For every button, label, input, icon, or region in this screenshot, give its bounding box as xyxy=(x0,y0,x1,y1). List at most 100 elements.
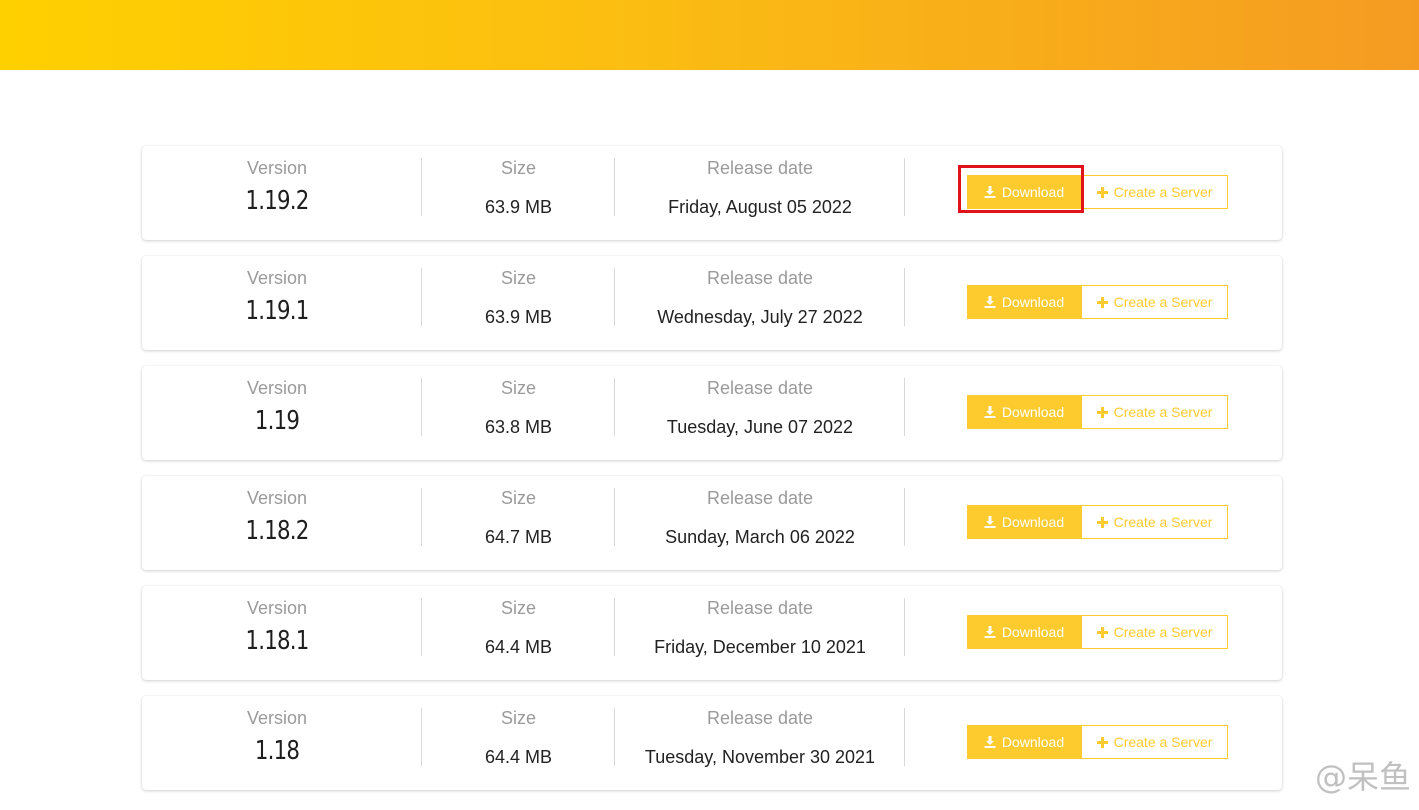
create-server-button[interactable]: Create a Server xyxy=(1081,505,1228,539)
release-date-label: Release date xyxy=(706,158,814,178)
release-date-label: Release date xyxy=(706,378,814,398)
plus-icon xyxy=(1096,296,1108,308)
release-date-cell: Release date Tuesday, June 07 2022 xyxy=(615,366,905,460)
create-server-button-label: Create a Server xyxy=(1113,514,1213,530)
row-actions: Download Create a Server xyxy=(967,505,1228,539)
download-icon xyxy=(984,406,996,418)
divider xyxy=(904,268,905,326)
size-cell: Size 64.4 MB xyxy=(422,586,615,680)
size-label: Size xyxy=(500,378,536,398)
size-label: Size xyxy=(500,268,536,288)
size-value: 63.9 MB xyxy=(484,197,553,217)
release-date-cell: Release date Tuesday, November 30 2021 xyxy=(615,696,905,790)
download-button[interactable]: Download xyxy=(967,615,1081,649)
create-server-button-label: Create a Server xyxy=(1113,404,1213,420)
download-button[interactable]: Download xyxy=(967,175,1081,209)
download-button-label: Download xyxy=(1001,514,1065,530)
size-cell: Size 63.9 MB xyxy=(422,146,615,240)
plus-icon xyxy=(1096,516,1108,528)
release-date-cell: Release date Friday, December 10 2021 xyxy=(615,586,905,680)
release-date-cell: Release date Friday, August 05 2022 xyxy=(615,146,905,240)
version-cell: Version 1.19 xyxy=(142,366,412,460)
version-cell: Version 1.18 xyxy=(142,696,412,790)
version-label: Version xyxy=(246,708,308,728)
version-cell: Version 1.19.2 xyxy=(142,146,412,240)
release-date-value: Wednesday, July 27 2022 xyxy=(657,307,863,327)
version-value: 1.18 xyxy=(254,736,300,766)
download-button[interactable]: Download xyxy=(967,505,1081,539)
download-button-label: Download xyxy=(1001,624,1065,640)
divider xyxy=(904,378,905,436)
download-button[interactable]: Download xyxy=(967,725,1081,759)
row-actions: Download Create a Server xyxy=(967,615,1228,649)
version-value: 1.19.2 xyxy=(245,186,310,216)
row-actions: Download Create a Server xyxy=(967,285,1228,319)
row-actions: Download Create a Server xyxy=(967,395,1228,429)
divider xyxy=(904,488,905,546)
size-label: Size xyxy=(500,598,536,618)
create-server-button[interactable]: Create a Server xyxy=(1081,285,1228,319)
download-button-label: Download xyxy=(1001,734,1065,750)
version-label: Version xyxy=(246,488,308,508)
download-button-label: Download xyxy=(1001,184,1065,200)
size-cell: Size 64.4 MB xyxy=(422,696,615,790)
size-cell: Size 63.8 MB xyxy=(422,366,615,460)
size-value: 63.9 MB xyxy=(484,307,553,327)
size-value: 64.4 MB xyxy=(484,747,553,767)
version-label: Version xyxy=(246,268,308,288)
version-label: Version xyxy=(246,378,308,398)
release-date-value: Tuesday, November 30 2021 xyxy=(644,747,876,767)
version-value: 1.19.1 xyxy=(245,296,310,326)
version-value: 1.19 xyxy=(254,406,300,436)
row-actions: Download Create a Server xyxy=(967,175,1228,209)
version-row: Version 1.18.1 Size 64.4 MB Release date… xyxy=(142,586,1282,680)
release-date-label: Release date xyxy=(706,268,814,288)
release-date-cell: Release date Sunday, March 06 2022 xyxy=(615,476,905,570)
download-icon xyxy=(984,186,996,198)
plus-icon xyxy=(1096,406,1108,418)
plus-icon xyxy=(1096,626,1108,638)
download-button-label: Download xyxy=(1001,404,1065,420)
release-date-cell: Release date Wednesday, July 27 2022 xyxy=(615,256,905,350)
size-value: 64.7 MB xyxy=(484,527,553,547)
release-date-label: Release date xyxy=(706,708,814,728)
release-date-label: Release date xyxy=(706,488,814,508)
size-label: Size xyxy=(500,488,536,508)
row-actions: Download Create a Server xyxy=(967,725,1228,759)
watermark: @呆鱼 xyxy=(1314,758,1411,796)
version-row: Version 1.19.2 Size 63.9 MB Release date… xyxy=(142,146,1282,240)
size-cell: Size 64.7 MB xyxy=(422,476,615,570)
version-row: Version 1.19.1 Size 63.9 MB Release date… xyxy=(142,256,1282,350)
release-date-value: Friday, December 10 2021 xyxy=(654,637,866,657)
download-button-label: Download xyxy=(1001,294,1065,310)
version-cell: Version 1.19.1 xyxy=(142,256,412,350)
release-date-value: Tuesday, June 07 2022 xyxy=(666,417,854,437)
version-cell: Version 1.18.2 xyxy=(142,476,412,570)
download-button[interactable]: Download xyxy=(967,395,1081,429)
version-cell: Version 1.18.1 xyxy=(142,586,412,680)
release-date-value: Friday, August 05 2022 xyxy=(668,197,852,217)
create-server-button-label: Create a Server xyxy=(1113,184,1213,200)
create-server-button-label: Create a Server xyxy=(1113,734,1213,750)
top-banner xyxy=(0,0,1419,70)
plus-icon xyxy=(1096,736,1108,748)
version-label: Version xyxy=(246,598,308,618)
download-icon xyxy=(984,626,996,638)
divider xyxy=(904,598,905,656)
create-server-button[interactable]: Create a Server xyxy=(1081,395,1228,429)
size-label: Size xyxy=(500,158,536,178)
size-label: Size xyxy=(500,708,536,728)
create-server-button-label: Create a Server xyxy=(1113,624,1213,640)
version-value: 1.18.2 xyxy=(245,516,310,546)
download-icon xyxy=(984,736,996,748)
create-server-button[interactable]: Create a Server xyxy=(1081,175,1228,209)
download-button[interactable]: Download xyxy=(967,285,1081,319)
download-icon xyxy=(984,296,996,308)
size-value: 63.8 MB xyxy=(484,417,553,437)
create-server-button[interactable]: Create a Server xyxy=(1081,725,1228,759)
plus-icon xyxy=(1096,186,1108,198)
create-server-button-label: Create a Server xyxy=(1113,294,1213,310)
create-server-button[interactable]: Create a Server xyxy=(1081,615,1228,649)
divider xyxy=(904,158,905,216)
version-row: Version 1.18.2 Size 64.7 MB Release date… xyxy=(142,476,1282,570)
